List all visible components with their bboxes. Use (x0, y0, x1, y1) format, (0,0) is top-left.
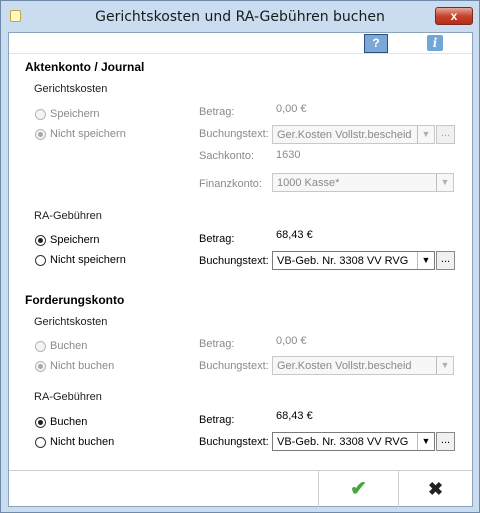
radio-indicator (35, 254, 46, 266)
akten-ra-buchungstext-label: Buchungstext: (199, 255, 269, 267)
radio-forderung-ra-nicht-buchen[interactable]: Nicht buchen (35, 436, 114, 448)
title-bar[interactable]: Gerichtskosten und RA-Gebühren buchen x (1, 1, 479, 32)
help-toolbar: ? i (9, 33, 472, 54)
forderung-ra-buchungstext-label: Buchungstext: (199, 436, 269, 448)
akten-gk-finanzkonto-label: Finanzkonto: (199, 178, 262, 190)
radio-akten-ra-nicht-speichern[interactable]: Nicht speichern (35, 254, 126, 266)
forderung-ra-betrag-label: Betrag: (199, 414, 235, 426)
window-title: Gerichtskosten und RA-Gebühren buchen (95, 9, 385, 25)
close-button[interactable]: x (435, 7, 473, 25)
forderung-ra-buchungstext-select[interactable]: VB-Geb. Nr. 3308 VV RVG ▼ (272, 432, 435, 451)
akten-ra-betrag-label: Betrag: (199, 233, 235, 245)
akten-gk-betrag-value: 0,00 € (276, 103, 307, 115)
chevron-down-icon[interactable]: ▼ (417, 433, 434, 450)
radio-indicator (35, 340, 46, 352)
section-title-aktenkonto: Aktenkonto / Journal (25, 60, 145, 74)
radio-indicator (35, 360, 46, 372)
forderung-gk-betrag-value: 0,00 € (276, 335, 307, 347)
chevron-down-icon[interactable]: ▼ (417, 126, 434, 143)
dialog-content: ? i Aktenkonto / Journal Gerichtskosten … (8, 32, 473, 507)
akten-ra-buchungstext-browse-button[interactable]: ... (436, 251, 455, 270)
forderung-gk-buchungstext-select[interactable]: Ger.Kosten Vollstr.bescheid ▼ (272, 356, 454, 375)
akten-ra-betrag-value: 68,43 € (276, 229, 313, 241)
chevron-down-icon[interactable]: ▼ (436, 174, 453, 191)
section-title-forderungskonto: Forderungskonto (25, 293, 125, 307)
akten-gk-buchungstext-label: Buchungstext: (199, 128, 269, 140)
forderung-gk-betrag-label: Betrag: (199, 338, 235, 350)
ok-button[interactable]: ✔ (318, 471, 398, 507)
radio-akten-gk-speichern[interactable]: Speichern (35, 108, 100, 120)
akten-gk-finanzkonto-select[interactable]: 1000 Kasse* ▼ (272, 173, 454, 192)
akten-ra-buchungstext-select[interactable]: VB-Geb. Nr. 3308 VV RVG ▼ (272, 251, 435, 270)
radio-forderung-ra-buchen[interactable]: Buchen (35, 416, 87, 428)
forderung-ra-betrag-value: 68,43 € (276, 410, 313, 422)
radio-forderung-gk-nicht-buchen[interactable]: Nicht buchen (35, 360, 114, 372)
help-icon[interactable]: ? (364, 34, 388, 53)
chevron-down-icon[interactable]: ▼ (436, 357, 453, 374)
chevron-down-icon[interactable]: ▼ (417, 252, 434, 269)
forderung-gk-buchungstext-label: Buchungstext: (199, 360, 269, 372)
akten-gk-buchungstext-browse-button[interactable]: ... (436, 125, 455, 144)
subsection-title-gerichtskosten: Gerichtskosten (34, 316, 108, 328)
close-icon: ✖ (427, 479, 444, 499)
akten-gk-buchungstext-select[interactable]: Ger.Kosten Vollstr.bescheid ▼ (272, 125, 435, 144)
radio-indicator (35, 234, 46, 246)
radio-indicator (35, 108, 46, 120)
radio-akten-ra-speichern[interactable]: Speichern (35, 234, 100, 246)
radio-forderung-gk-buchen[interactable]: Buchen (35, 340, 87, 352)
forderung-ra-buchungstext-browse-button[interactable]: ... (436, 432, 455, 451)
akten-gk-sachkonto-label: Sachkonto: (199, 150, 255, 162)
radio-indicator (35, 416, 46, 428)
radio-indicator (35, 436, 46, 448)
subsection-title-gerichtskosten: Gerichtskosten (34, 83, 108, 95)
akten-gk-betrag-label: Betrag: (199, 106, 235, 118)
radio-akten-gk-nicht-speichern[interactable]: Nicht speichern (35, 128, 126, 140)
subsection-title-ra-gebuehren: RA-Gebühren (34, 391, 102, 403)
button-bar: ✔ ✖ (9, 470, 472, 507)
info-icon[interactable]: i (427, 35, 443, 51)
checkmark-icon: ✔ (350, 478, 367, 500)
cancel-button[interactable]: ✖ (398, 471, 472, 507)
dialog-window: Gerichtskosten und RA-Gebühren buchen x … (0, 0, 480, 513)
akten-gk-sachkonto-value: 1630 (276, 149, 301, 161)
radio-indicator (35, 128, 46, 140)
subsection-title-ra-gebuehren: RA-Gebühren (34, 210, 102, 222)
